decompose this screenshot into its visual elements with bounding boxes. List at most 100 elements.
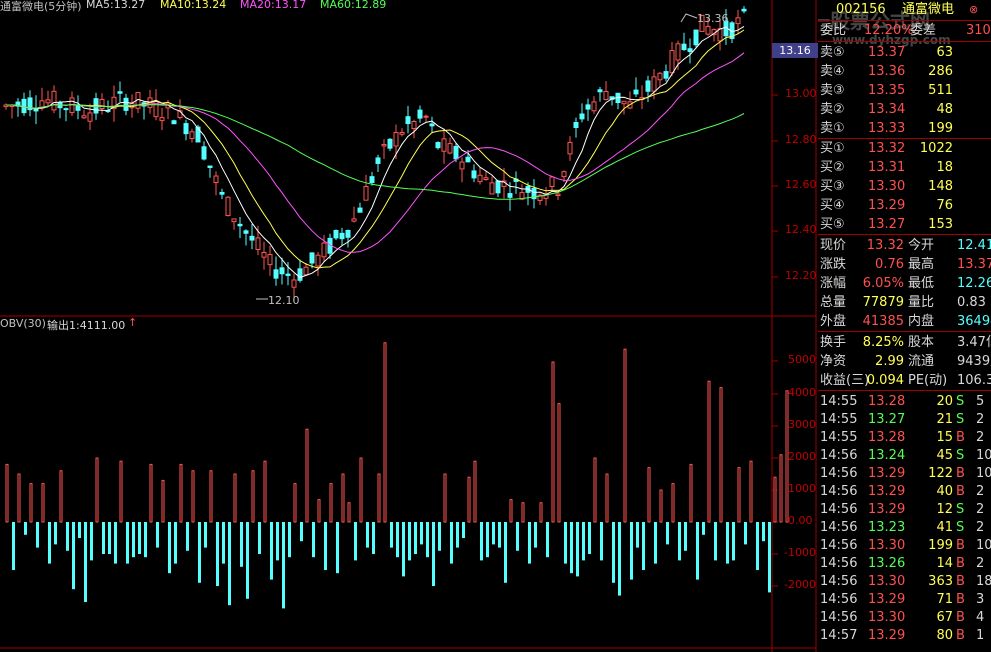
- ma10-line: [6, 29, 745, 269]
- candle-body: [255, 237, 261, 251]
- buy-level-row[interactable]: 买② 13.31 18: [818, 158, 991, 177]
- buy-volume: 18: [936, 160, 953, 175]
- candle-body: [99, 98, 105, 110]
- candle-body: [573, 122, 579, 128]
- tick-row: 14:56 13.30 67 B 4: [818, 609, 991, 627]
- obv-bar: [54, 522, 57, 545]
- candle-body: [561, 171, 567, 178]
- obv-bar: [737, 467, 741, 523]
- obv-bar: [450, 522, 453, 564]
- tick-time: 14:56: [820, 538, 858, 553]
- candle-body: [465, 156, 471, 163]
- stat-label: 涨幅: [820, 276, 847, 291]
- candle-body: [735, 17, 741, 25]
- obv-bar: [293, 483, 297, 523]
- obv-bar: [605, 473, 609, 523]
- tick-direction: S: [956, 394, 965, 409]
- tick-price: 13.24: [868, 448, 906, 463]
- obv-bar: [516, 522, 519, 551]
- sell-level-row[interactable]: 卖② 13.34 48: [818, 100, 991, 119]
- tick-time: 14:55: [820, 412, 858, 427]
- tick-count: 2: [976, 430, 985, 445]
- stat-label: 总量: [820, 295, 847, 310]
- stat-value: 0.76: [875, 257, 904, 272]
- obv-bar: [749, 460, 753, 523]
- buy-level-row[interactable]: 买③ 13.30 148: [818, 177, 991, 196]
- obv-bar: [66, 522, 69, 551]
- obv-bar: [642, 522, 645, 570]
- obv-bar: [329, 483, 333, 523]
- high-price-label: 13.36: [697, 12, 729, 25]
- tick-price: 13.27: [868, 412, 906, 427]
- ratio-label: 委比: [820, 23, 847, 38]
- sell-level-row[interactable]: 卖⑤ 13.37 63: [818, 43, 991, 62]
- candle-body: [669, 50, 675, 74]
- tick-row: 14:56 13.29 12 S 2: [818, 501, 991, 519]
- obv-bar: [671, 483, 675, 523]
- candle-body: [279, 267, 285, 275]
- obv-bar: [240, 522, 243, 567]
- fundamental-row: 换手 8.25% 股本 3.47亿: [818, 333, 991, 352]
- sell-level-row[interactable]: 卖③ 13.35 511: [818, 81, 991, 100]
- obv-bar: [588, 522, 591, 554]
- tick-row: 14:56 13.29 122 B 10: [818, 465, 991, 483]
- obv-bar: [432, 522, 435, 586]
- tick-direction: B: [956, 484, 965, 499]
- obv-bar: [156, 522, 159, 548]
- fundamental-row: 收益(三) 0.094 PE(动) 106.3: [818, 371, 991, 390]
- sell-volume: 199: [928, 121, 953, 136]
- buy-level-row[interactable]: 买⑤ 13.27 153: [818, 215, 991, 234]
- divider: [818, 234, 991, 235]
- sell-level-row[interactable]: 卖① 13.33 199: [818, 119, 991, 138]
- fund-label: PE(动): [908, 373, 948, 388]
- close-icon[interactable]: ⊗: [969, 0, 978, 19]
- obv-bar: [714, 522, 717, 561]
- candle-body: [201, 146, 207, 160]
- candle-body: [411, 120, 417, 130]
- fund-value: 2.99: [875, 354, 904, 369]
- stat-value: 12.26: [957, 276, 991, 291]
- tick-time: 14:56: [820, 484, 858, 499]
- obv-bar: [654, 522, 657, 564]
- divider: [818, 331, 991, 332]
- obv-bar: [216, 522, 219, 586]
- candle-body: [489, 182, 495, 195]
- candle-body: [441, 138, 447, 152]
- buy-level-row[interactable]: 买④ 13.29 76: [818, 196, 991, 215]
- tick-count: 1: [976, 628, 985, 643]
- candle-body: [237, 223, 243, 227]
- sell-level-row[interactable]: 卖④ 13.36 286: [818, 62, 991, 81]
- obv-bar: [179, 463, 183, 523]
- tick-volume: 45: [936, 448, 953, 463]
- candle-body: [477, 174, 483, 183]
- obv-bar: [12, 522, 15, 570]
- candle-body: [81, 115, 87, 119]
- obv-bar: [144, 522, 147, 558]
- obv-bar: [186, 522, 189, 551]
- buy-level-label: 买②: [820, 160, 845, 175]
- stat-value: 6.05%: [862, 276, 904, 291]
- obv-bar: [551, 361, 555, 523]
- chart-area[interactable]: 通富微电(5分钟) MA5:13.27 MA10:13.24 MA20:13.1…: [0, 0, 818, 652]
- tick-row: 14:56 13.30 363 B 18: [818, 573, 991, 591]
- candle-body: [459, 161, 465, 170]
- tick-direction: B: [956, 592, 965, 607]
- tick-direction: B: [956, 466, 965, 481]
- candle-body: [345, 229, 351, 238]
- obv-bar: [29, 483, 33, 523]
- tick-count: 4: [976, 610, 985, 625]
- obv-bar: [408, 522, 411, 561]
- candle-body: [171, 120, 177, 125]
- obv-bar: [59, 470, 63, 523]
- candle-body: [207, 165, 213, 168]
- obv-bar: [246, 522, 249, 599]
- obv-bar: [48, 522, 51, 564]
- buy-price: 13.32: [868, 141, 906, 156]
- obv-bar: [756, 522, 759, 570]
- obv-axis-tick: -2000: [784, 578, 816, 591]
- buy-level-row[interactable]: 买① 13.32 1022: [818, 139, 991, 158]
- ma60-label: MA60:12.89: [320, 0, 387, 11]
- candle-body: [603, 91, 609, 100]
- price-axis-tick: 12.80: [785, 133, 817, 146]
- candle-body: [405, 116, 411, 125]
